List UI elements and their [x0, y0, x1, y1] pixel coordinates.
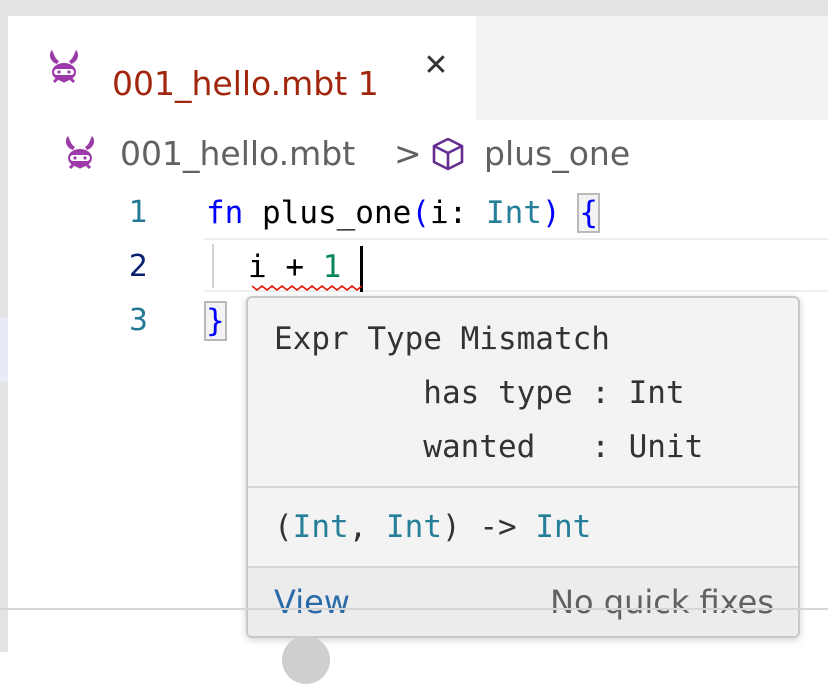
brace-token: {	[577, 193, 600, 233]
line-number: 2	[128, 249, 148, 284]
close-icon[interactable]: ✕	[420, 50, 452, 82]
sig-arrow: ) ->	[442, 509, 536, 545]
tooltip-status-bar: View No quick fixes	[248, 568, 798, 636]
paren-token: )	[541, 195, 561, 231]
scroll-handle[interactable]	[282, 636, 330, 684]
view-problem-link[interactable]: View	[274, 580, 350, 624]
panel-divider	[0, 608, 828, 610]
symbol-cube-icon	[432, 137, 464, 171]
diagnostic-message: Expr Type Mismatch has type : Int wanted…	[274, 312, 703, 474]
function-name-token: plus_one	[243, 195, 412, 231]
keyword-token: fn	[206, 195, 244, 231]
tooltip-divider	[248, 486, 798, 488]
line-number: 1	[128, 195, 148, 230]
window-top-strip	[0, 0, 828, 16]
type-signature: (Int, Int) -> Int	[274, 500, 591, 554]
param-token: i:	[429, 195, 486, 231]
tab-bar-empty-area	[476, 16, 828, 120]
breadcrumb-symbol[interactable]: plus_one	[484, 132, 630, 176]
quick-fix-status: No quick fixes	[550, 583, 774, 621]
code-line: }	[204, 294, 227, 348]
diagnostic-detail: has type : Int	[274, 375, 685, 411]
paren-token: (	[411, 195, 430, 231]
breadcrumb-file[interactable]: 001_hello.mbt	[120, 132, 355, 176]
gutter-highlight	[0, 318, 8, 382]
sig-comma: ,	[348, 509, 386, 545]
diagnostic-title: Expr Type Mismatch	[274, 321, 610, 357]
tab-title: 001_hello.mbt 1	[112, 64, 379, 103]
type-token: Int	[485, 195, 542, 231]
brace-token: }	[204, 301, 227, 341]
indent-guide	[212, 244, 214, 288]
code-line: fn plus_one(i: Int) {	[206, 186, 600, 240]
tab-001-hello[interactable]: 001_hello.mbt 1 ✕	[8, 16, 476, 120]
problem-count-badge: 1	[357, 64, 379, 103]
hover-tooltip: Expr Type Mismatch has type : Int wanted…	[246, 296, 800, 638]
sig-type: Int	[386, 509, 442, 545]
diagnostic-detail: wanted : Unit	[274, 429, 704, 465]
moonbit-rabbit-icon	[65, 136, 95, 170]
breadcrumb-separator: >	[394, 134, 422, 173]
sig-paren: (	[274, 509, 293, 545]
sig-type: Int	[292, 509, 349, 545]
sig-return-type: Int	[535, 509, 592, 545]
error-squiggle	[252, 284, 362, 292]
line-number: 3	[128, 303, 148, 338]
moonbit-rabbit-icon	[49, 50, 79, 84]
